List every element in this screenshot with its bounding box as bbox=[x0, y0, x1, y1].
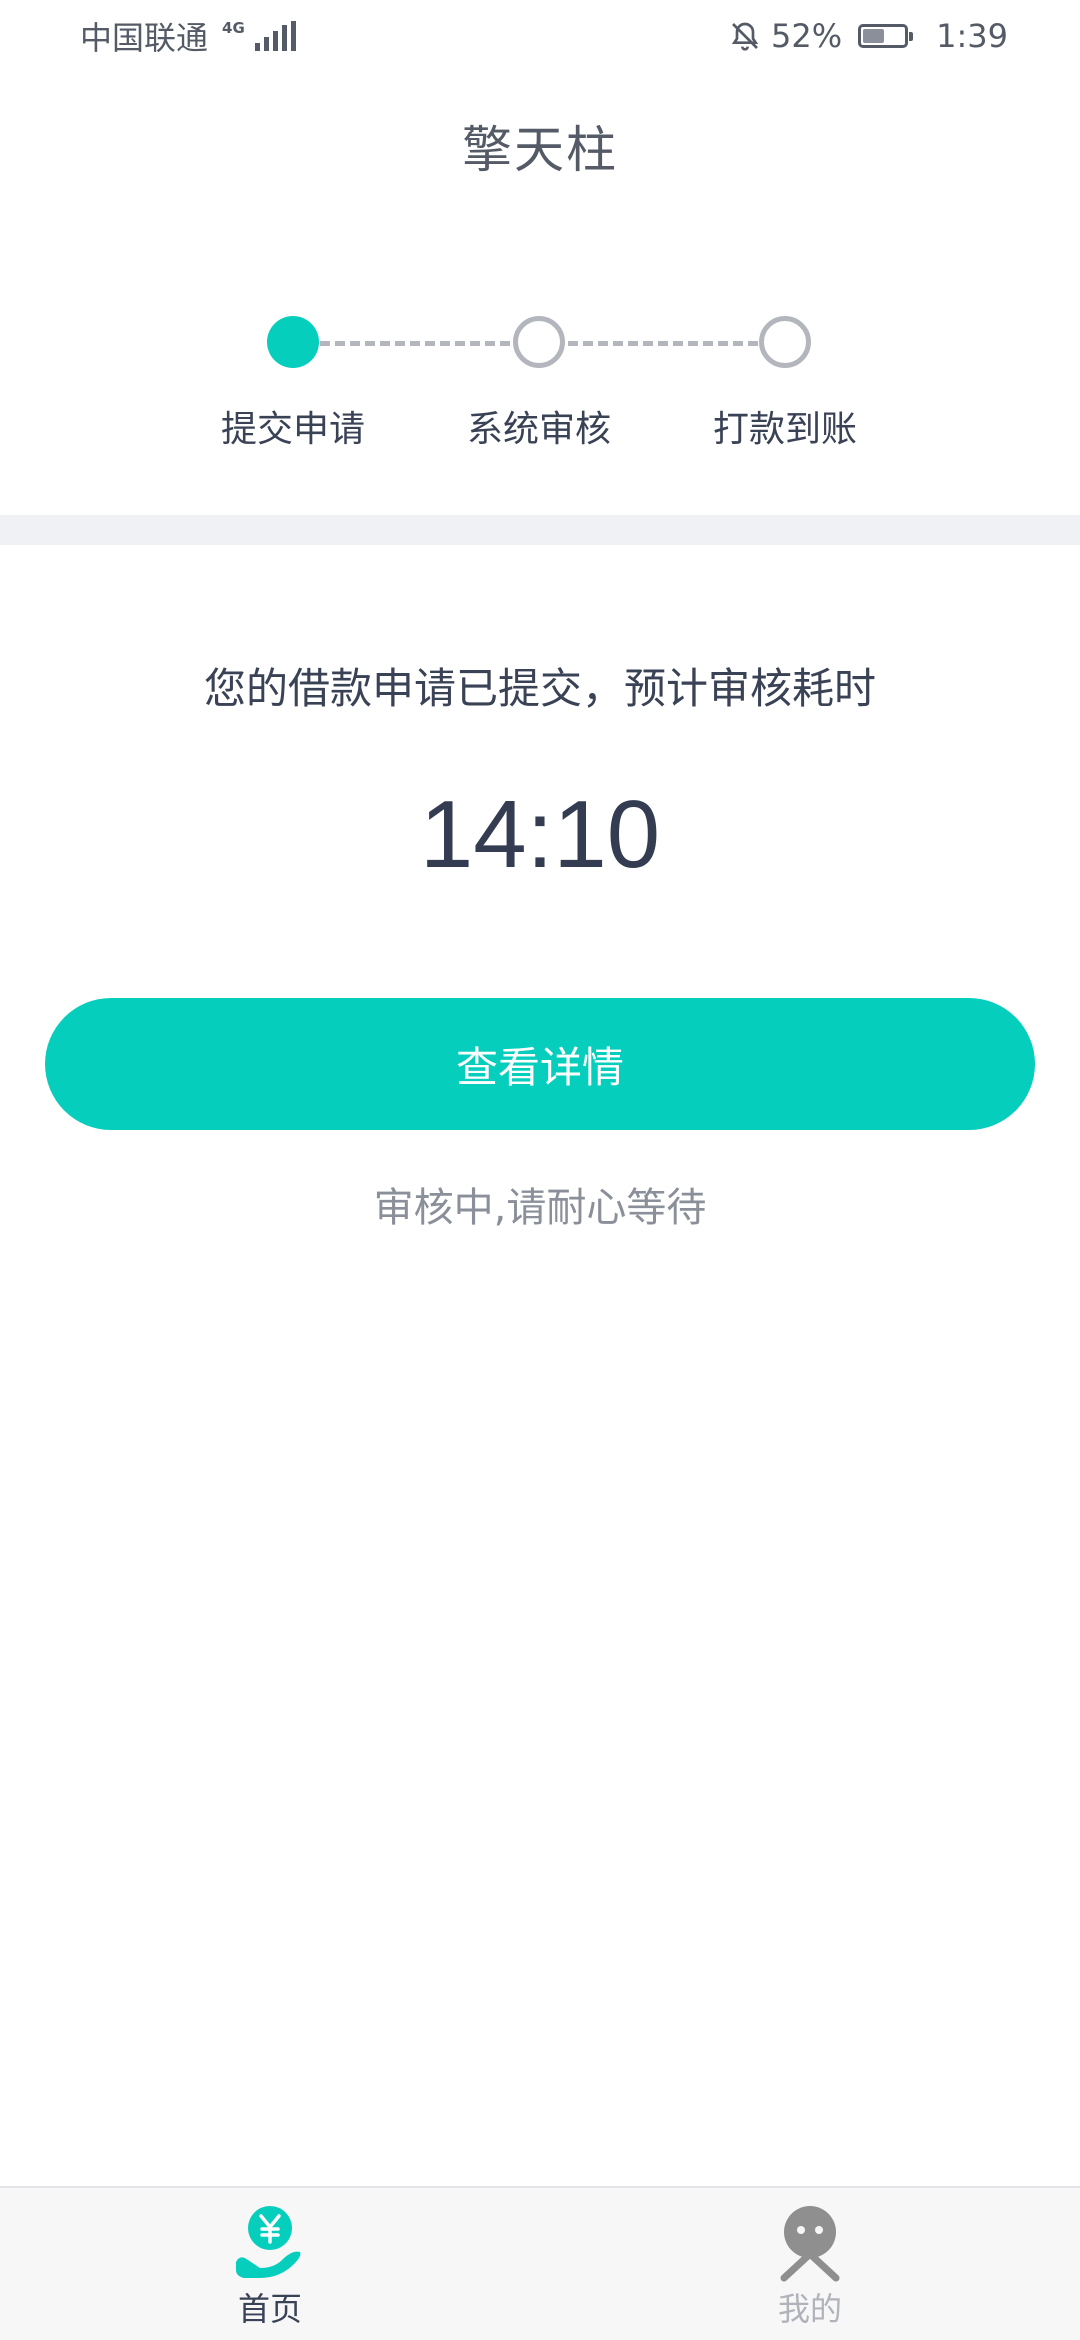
step-connector bbox=[320, 341, 510, 346]
network-type: 4G bbox=[222, 18, 245, 37]
profile-icon bbox=[780, 2206, 840, 2282]
section-divider bbox=[0, 515, 1080, 545]
step-label-review: 系统审核 bbox=[466, 409, 611, 450]
battery-icon bbox=[858, 24, 914, 48]
step-dot-payout bbox=[759, 316, 811, 368]
nav-item-home[interactable]: 首页 bbox=[0, 2188, 540, 2340]
clock: 1:39 bbox=[936, 17, 1008, 55]
status-bar: 中国联通 4G 52% 1:39 bbox=[0, 0, 1080, 72]
review-status-text: 审核中,请耐心等待 bbox=[373, 1185, 707, 1231]
battery-fill bbox=[863, 29, 884, 43]
screen: 中国联通 4G 52% 1:39 擎天柱 提交申请 系统审核 打款到账 您的借款… bbox=[0, 0, 1080, 2340]
step-label-payout: 打款到账 bbox=[712, 409, 857, 450]
step-connector bbox=[568, 341, 758, 346]
nav-label-home: 首页 bbox=[237, 2290, 302, 2328]
bottom-nav: 首页 我的 bbox=[0, 2186, 1080, 2340]
review-countdown: 14:10 bbox=[419, 781, 661, 888]
nav-item-profile[interactable]: 我的 bbox=[540, 2188, 1080, 2340]
nav-label-profile: 我的 bbox=[777, 2290, 842, 2328]
step-dot-submit bbox=[267, 316, 319, 368]
carrier-name: 中国联通 bbox=[80, 19, 209, 57]
step-dot-review bbox=[513, 316, 565, 368]
step-label-submit: 提交申请 bbox=[220, 409, 365, 450]
yen-hand-icon bbox=[236, 2206, 301, 2278]
status-right: 52% 1:39 bbox=[729, 17, 1008, 55]
progress-stepper: 提交申请 系统审核 打款到账 bbox=[0, 310, 1080, 470]
submission-notice: 您的借款申请已提交，预计审核耗时 bbox=[203, 664, 876, 713]
signal-icon bbox=[254, 21, 296, 51]
battery-percent: 52% bbox=[771, 17, 843, 55]
bell-off-icon bbox=[731, 22, 759, 51]
page-title: 擎天柱 bbox=[462, 121, 618, 179]
view-details-button[interactable]: 查看详情 bbox=[45, 998, 1035, 1130]
status-left: 中国联通 4G bbox=[80, 13, 296, 59]
